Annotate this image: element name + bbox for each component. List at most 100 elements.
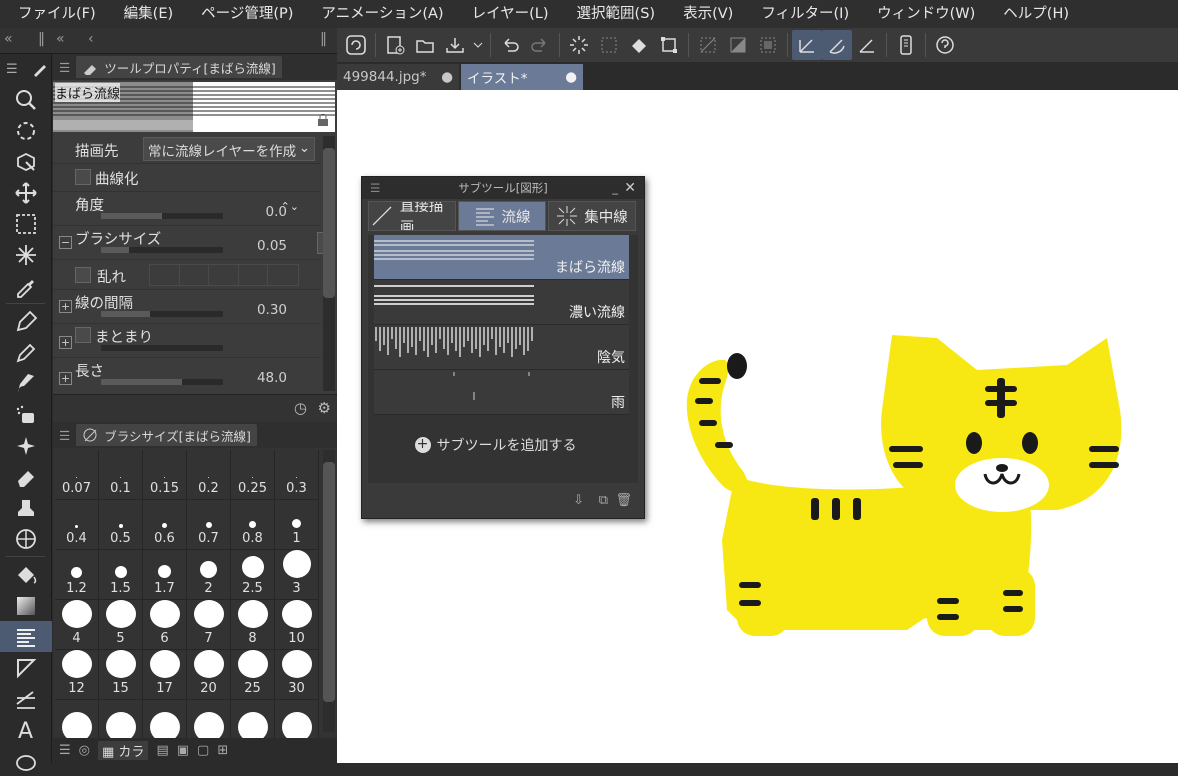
brush-size-cell[interactable]: 0.07 (55, 450, 99, 500)
loading-icon[interactable] (564, 30, 594, 60)
duplicate-icon[interactable]: ⧉ (599, 493, 608, 508)
size-scrollbar[interactable] (323, 450, 335, 732)
menu-icon[interactable]: ☰ (59, 743, 71, 758)
transform-icon[interactable] (654, 30, 684, 60)
layer-icon[interactable]: ▢ (197, 743, 209, 758)
help-icon[interactable] (930, 30, 960, 60)
brush-size-cell[interactable]: 3 (275, 550, 319, 600)
brush-size-cell[interactable]: 1.7 (143, 550, 187, 600)
brushsize-slider[interactable] (101, 247, 223, 253)
pencil-tool-icon[interactable] (0, 337, 52, 368)
brush-size-cell[interactable]: 0.6 (143, 500, 187, 550)
brush-size-cell[interactable]: 0.7 (187, 500, 231, 550)
brush-size-cell[interactable]: 20 (187, 650, 231, 700)
brush-size-cell[interactable]: 2 (187, 550, 231, 600)
menu-filter[interactable]: フィルター(I) (747, 0, 863, 28)
brush-size-cell[interactable]: 6 (143, 600, 187, 650)
close-dot-icon[interactable]: ● (565, 69, 577, 85)
menu-window[interactable]: ウィンドウ(W) (863, 0, 989, 28)
eraser-tool-icon[interactable] (0, 461, 52, 492)
slider-icon[interactable]: ▤ (156, 743, 168, 758)
expand-icon[interactable]: + (59, 300, 72, 313)
frame-tool-icon[interactable] (0, 652, 52, 683)
brush-tool-icon[interactable] (0, 368, 52, 399)
collapse-left-icon[interactable]: « (56, 31, 65, 47)
ruler-tool-icon[interactable] (0, 683, 52, 714)
app-logo-icon[interactable] (341, 30, 371, 60)
subtool-item[interactable]: 濃い流線 (374, 280, 629, 325)
import-icon[interactable]: ⇩ (573, 493, 584, 508)
trash-icon[interactable]: 🗑 (615, 493, 632, 508)
brush-size-cell[interactable]: 1.2 (55, 550, 99, 600)
menu-icon[interactable]: ☰ (59, 60, 70, 75)
move-tool-icon[interactable] (0, 177, 52, 208)
eyedropper-icon[interactable] (0, 270, 52, 301)
tab-illust[interactable]: イラスト* ● (461, 64, 583, 90)
subtool-item[interactable]: まばら流線 (374, 235, 629, 280)
text-tool-icon[interactable]: A (0, 714, 52, 745)
expand-icon[interactable]: + (59, 336, 72, 349)
brush-size-cell[interactable]: 15 (99, 650, 143, 700)
undo-icon[interactable] (495, 30, 525, 60)
brush-size-cell[interactable]: 10 (275, 600, 319, 650)
spacing-value[interactable]: 0.30 (257, 302, 287, 318)
fill-icon[interactable] (624, 30, 654, 60)
tab-focus-lines[interactable]: 集中線 (548, 201, 636, 231)
menu-icon[interactable]: ☰ (370, 181, 380, 195)
save-icon[interactable] (440, 30, 470, 60)
collapse-icon[interactable]: − (59, 236, 72, 249)
deselect-icon[interactable] (693, 30, 723, 60)
brush-size-cell[interactable]: 4 (55, 600, 99, 650)
disorder-graph[interactable] (149, 264, 299, 286)
group-slider[interactable] (101, 345, 223, 351)
target-select[interactable]: 常に流線レイヤーを作成 ⌄ (143, 137, 315, 161)
special-ruler-icon[interactable] (822, 30, 852, 60)
group-checkbox[interactable] (75, 327, 91, 343)
collapse-left-icon[interactable]: « (4, 31, 13, 47)
object-tool-icon[interactable] (0, 146, 52, 177)
open-icon[interactable] (410, 30, 440, 60)
menu-icon[interactable]: ☰ (6, 62, 18, 77)
brush-size-cell[interactable]: 17 (143, 650, 187, 700)
spin-icon[interactable]: ⌃⌄ (281, 200, 299, 213)
nodes-icon[interactable]: ⊞ (217, 743, 228, 758)
brush-size-cell[interactable]: 0.8 (231, 500, 275, 550)
property-scrollbar[interactable] (323, 136, 335, 391)
angle-slider[interactable] (101, 213, 223, 219)
brush-size-cell[interactable]: 7 (187, 600, 231, 650)
brush-size-cell[interactable]: 0.2 (187, 450, 231, 500)
menu-help[interactable]: ヘルプ(H) (989, 0, 1083, 28)
menu-icon[interactable]: ☰ (59, 428, 70, 443)
tab-speed-lines[interactable]: 流線 (458, 201, 546, 231)
brush-size-cell[interactable]: 2.5 (231, 550, 275, 600)
length-slider[interactable] (101, 379, 223, 385)
menu-selection[interactable]: 選択範囲(S) (563, 0, 670, 28)
brush-size-cell[interactable]: 0.15 (143, 450, 187, 500)
brush-size-cell[interactable]: 25 (231, 650, 275, 700)
chevron-left-icon[interactable]: ‹ (88, 31, 94, 47)
close-icon[interactable]: ✕ (624, 180, 636, 196)
minimize-icon[interactable]: _ (612, 181, 618, 195)
menu-page[interactable]: ページ管理(P) (187, 0, 307, 28)
tab-499844[interactable]: 499844.jpg* ● (337, 64, 459, 90)
expand-icon[interactable]: + (59, 372, 72, 385)
spacing-slider[interactable] (101, 311, 223, 317)
pen-icon[interactable] (32, 61, 48, 77)
add-subtool-button[interactable]: + サブツールを追加する (368, 417, 623, 473)
new-icon[interactable] (380, 30, 410, 60)
tab-brush-size[interactable]: ブラシサイズ[まばら流線] (76, 424, 257, 446)
stamp-tool-icon[interactable] (0, 492, 52, 523)
brush-size-cell[interactable]: 0.3 (275, 450, 319, 500)
curve-checkbox[interactable] (75, 169, 91, 185)
film-icon[interactable]: ▣ (177, 743, 189, 758)
brush-size-cell[interactable]: 5 (99, 600, 143, 650)
blend-tool-icon[interactable] (0, 523, 52, 554)
clock-icon[interactable]: ◷ (294, 399, 307, 417)
brush-size-cell[interactable]: 1.5 (99, 550, 143, 600)
subtool-header[interactable]: ☰ サブツール[図形] _ ✕ (362, 177, 644, 199)
figure-tool-icon[interactable] (0, 621, 52, 652)
brush-size-cell[interactable]: 8 (231, 600, 275, 650)
airbrush-tool-icon[interactable] (0, 399, 52, 430)
zoom-tool-icon[interactable] (0, 84, 52, 115)
fill-tool-icon[interactable] (0, 559, 52, 590)
